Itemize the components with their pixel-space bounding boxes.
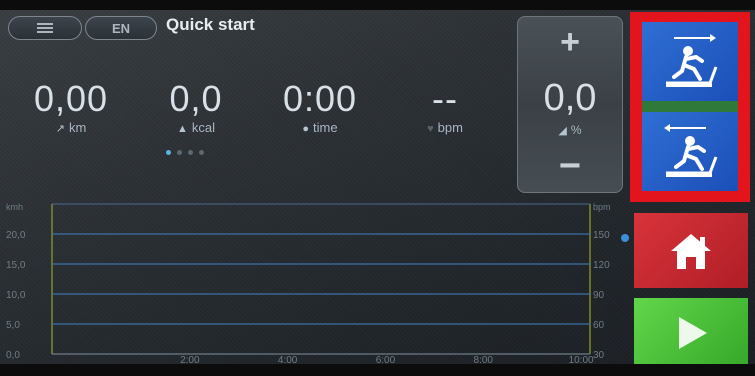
calories-unit: ▲ kcal xyxy=(176,120,215,135)
incline-panel: + 0,0 ◢% − xyxy=(517,16,623,193)
language-label: EN xyxy=(111,20,131,36)
right-tick-label: 60 xyxy=(593,320,605,331)
page-dot[interactable] xyxy=(177,150,182,155)
reverse-program-button[interactable] xyxy=(642,112,738,191)
left-tick-label: 15,0 xyxy=(6,260,26,271)
treadmill-forward-icon xyxy=(666,33,718,87)
x-tick-label: 4:00 xyxy=(278,355,298,364)
chart-scroll-handle[interactable] xyxy=(621,234,629,242)
x-axis-ticks: 2:00 4:00 6:00 8:00 10:00 xyxy=(180,355,594,364)
flame-icon: ▲ xyxy=(176,123,188,135)
time-value: 0:00 xyxy=(282,78,358,119)
right-axis-ticks: 30 60 90 120 150 xyxy=(593,230,610,361)
page-title: Quick start xyxy=(166,15,255,34)
home-button[interactable] xyxy=(634,213,748,288)
incline-decrease-button[interactable]: − xyxy=(518,145,622,188)
hamburger-icon xyxy=(37,23,53,33)
right-tick-label: 30 xyxy=(593,350,605,361)
time-unit: ● time xyxy=(302,120,338,135)
page-dot[interactable] xyxy=(188,150,193,155)
home-icon xyxy=(671,233,711,269)
x-tick-label: 2:00 xyxy=(180,355,200,364)
bottom-bezel xyxy=(0,364,755,376)
page-dot[interactable] xyxy=(166,150,171,155)
program-divider xyxy=(642,101,738,112)
language-button[interactable]: EN xyxy=(85,16,157,40)
incline-increase-button[interactable]: + xyxy=(518,23,622,62)
x-tick-label: 10:00 xyxy=(569,355,594,364)
x-tick-label: 6:00 xyxy=(376,355,396,364)
chart-grid xyxy=(51,203,591,355)
start-button[interactable] xyxy=(634,298,748,368)
heart-rate-value: -- xyxy=(432,78,458,119)
program-highlight xyxy=(630,12,750,202)
right-axis-label: bpm xyxy=(593,202,611,212)
incline-icon: ◢ xyxy=(558,125,567,137)
left-tick-label: 10,0 xyxy=(6,290,26,301)
left-axis-label: kmh xyxy=(6,202,23,212)
forward-program-button[interactable] xyxy=(642,22,738,101)
stopwatch-icon: ● xyxy=(302,123,310,135)
menu-button[interactable] xyxy=(8,16,82,40)
workout-chart: 0,0 5,0 10,0 15,0 20,0 30 60 90 120 150 2:00 4:00… xyxy=(6,202,629,364)
page-dot[interactable] xyxy=(199,150,204,155)
distance-value: 0,00 xyxy=(33,78,109,119)
incline-unit: ◢% xyxy=(558,123,582,137)
distance-icon: ↗ xyxy=(55,123,65,135)
right-tick-label: 120 xyxy=(593,260,610,271)
distance-unit: ↗ km xyxy=(55,120,87,135)
play-icon xyxy=(679,317,707,349)
heart-icon: ♥ xyxy=(427,123,434,135)
left-tick-label: 5,0 xyxy=(6,320,20,331)
treadmill-screen: EN Quick start 0,00 ↗ km 0,0 ▲ kcal 0:00 ●… xyxy=(0,0,755,376)
right-tick-label: 150 xyxy=(593,230,610,241)
left-axis-ticks: 0,0 5,0 10,0 15,0 20,0 xyxy=(6,230,26,361)
incline-value: 0,0 xyxy=(543,77,597,119)
heart-rate-unit: ♥ bpm xyxy=(427,120,463,135)
calories-value: 0,0 xyxy=(169,78,223,119)
left-tick-label: 0,0 xyxy=(6,350,20,361)
left-tick-label: 20,0 xyxy=(6,230,26,241)
right-tick-label: 90 xyxy=(593,290,605,301)
treadmill-reverse-icon xyxy=(664,123,718,177)
x-tick-label: 8:00 xyxy=(474,355,494,364)
top-bezel xyxy=(0,0,755,10)
page-indicator[interactable] xyxy=(166,150,204,155)
